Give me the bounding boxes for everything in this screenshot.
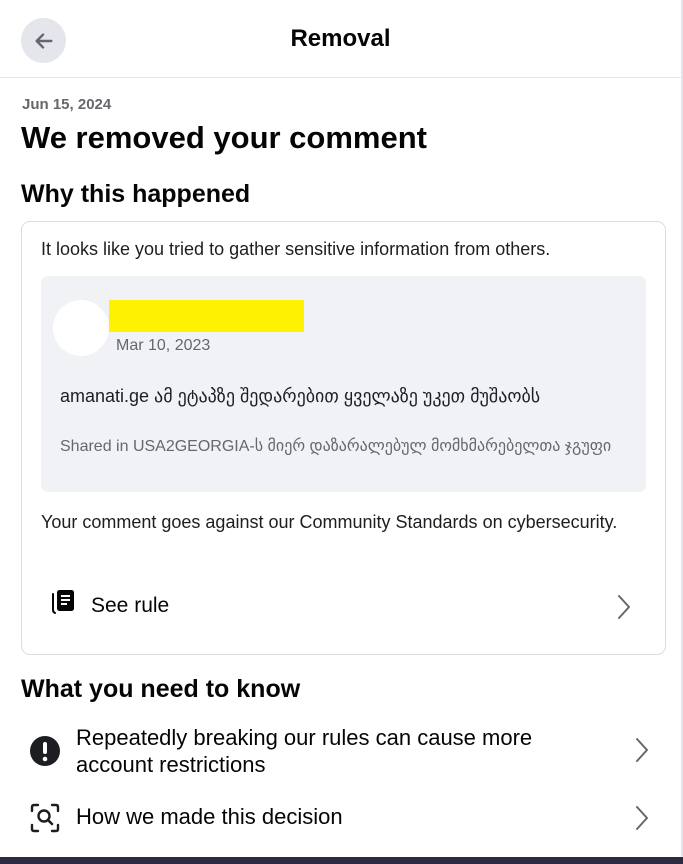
- decision-info-item[interactable]: How we made this decision: [21, 796, 661, 840]
- comment-text: amanati.ge ამ ეტაპზე შედარებით ყველაზე უ…: [60, 386, 541, 406]
- notice-title: We removed your comment: [21, 120, 427, 155]
- header: Removal: [0, 0, 681, 78]
- chevron-right-icon: [636, 806, 648, 830]
- restrictions-info-item[interactable]: Repeatedly breaking our rules can cause …: [21, 720, 661, 780]
- avatar: [53, 300, 109, 356]
- see-rule-button[interactable]: See rule: [41, 582, 641, 630]
- standards-explanation: Your comment goes against our Community …: [41, 512, 618, 532]
- decision-info-label: How we made this decision: [76, 804, 343, 829]
- comment-date: Mar 10, 2023: [116, 337, 211, 354]
- taskbar-edge: [0, 857, 683, 864]
- removal-screen: Removal Jun 15, 2024 We removed your com…: [0, 0, 683, 864]
- see-rule-label: See rule: [91, 594, 170, 617]
- redacted-author-name: [109, 300, 304, 332]
- magnify-scan-icon: [30, 803, 60, 833]
- reason-card: It looks like you tried to gather sensit…: [21, 221, 666, 655]
- restrictions-info-label: Repeatedly breaking our rules can cause …: [76, 725, 533, 777]
- comment-shared-in: Shared in USA2GEORGIA-ს მიერ დაზარალებულ…: [60, 438, 612, 455]
- chevron-right-icon: [636, 738, 648, 762]
- rulebook-icon: [52, 590, 74, 614]
- page-title: Removal: [290, 25, 391, 52]
- chevron-right-icon: [618, 595, 630, 619]
- notice-date: Jun 15, 2024: [22, 96, 112, 113]
- removed-comment: Mar 10, 2023 amanati.ge ამ ეტაპზე შედარე…: [41, 276, 646, 492]
- why-heading: Why this happened: [21, 180, 251, 208]
- exclamation-circle-icon: [30, 736, 60, 766]
- know-heading: What you need to know: [21, 675, 301, 703]
- reason-intro: It looks like you tried to gather sensit…: [41, 239, 551, 259]
